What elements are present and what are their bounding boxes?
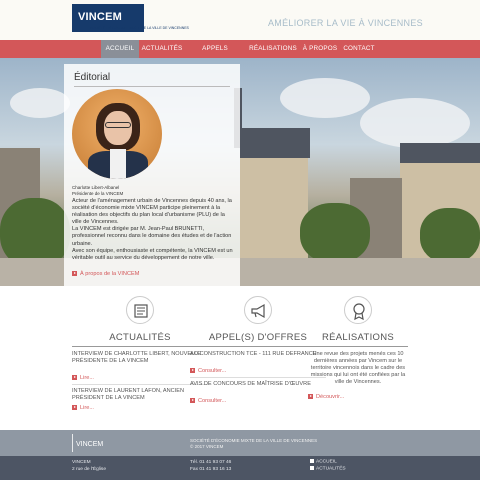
footer-link-label: ACTUALITÉS — [316, 466, 346, 472]
projects-description: Une revue des projets menés ces 10 derni… — [310, 351, 406, 386]
cloud — [10, 88, 70, 118]
divider — [190, 346, 326, 347]
arrow-right-icon — [308, 394, 313, 400]
editorial-panel: Éditorial Charlotte Libert-Albanel Prési… — [64, 64, 240, 286]
footer-logo[interactable]: VINCEM — [72, 434, 112, 452]
projects-title[interactable]: RÉALISATIONS — [308, 332, 408, 343]
footer-copyright: © 2017 VINCEM — [190, 444, 224, 449]
address-line: 2 rue de l'Église — [72, 467, 106, 472]
plus-icon — [310, 466, 314, 470]
editorial-paragraph: La VINCEM est dirigée par M. Jean-Paul B… — [72, 226, 232, 247]
editorial-paragraph: Avec son équipe, enthousiaste et compéte… — [72, 247, 233, 261]
divider — [72, 346, 208, 347]
news-title[interactable]: ACTUALITÉS — [72, 332, 208, 343]
news-item-title[interactable]: INTERVIEW DE LAURENT LAFON, ANCIEN PRÉSI… — [72, 388, 208, 402]
caption-role: Présidente de la VINCEM — [72, 191, 124, 196]
about-vincem-link[interactable]: À propos de la VINCEM — [72, 271, 139, 277]
fax-line: Fax 01 41 93 16 13 — [190, 467, 232, 472]
editorial-paragraph: Acteur de l'aménagement urbain de Vincen… — [72, 198, 232, 226]
editorial-body: Acteur de l'aménagement urbain de Vincen… — [72, 198, 234, 262]
footer-link-label: ACCUEIL — [316, 459, 337, 465]
read-more-label: Lire... — [80, 405, 94, 411]
nav-item-actualites[interactable]: ACTUALITÉS — [139, 40, 185, 58]
newspaper-icon — [126, 296, 154, 324]
consult-label: Consulter... — [198, 398, 227, 404]
divider — [74, 86, 230, 87]
nav-item-realisations[interactable]: RÉALISATIONS — [245, 40, 301, 58]
nav-item-accueil[interactable]: ACCUEIL — [101, 40, 139, 58]
tenders-column: APPEL(S) D'OFFRES AO CONSTRUCTION TCE - … — [190, 296, 326, 424]
roof — [400, 143, 480, 163]
roof — [240, 128, 310, 158]
site-tagline: AMÉLIORER LA VIE À VINCENNES — [268, 18, 423, 28]
megaphone-icon — [244, 296, 272, 324]
logo-text: VINCEM — [78, 11, 122, 23]
consult-link[interactable]: Consulter... — [190, 368, 226, 374]
divider — [308, 346, 408, 347]
plus-icon — [310, 459, 314, 463]
footer-address: VINCEM 2 rue de l'Église — [72, 459, 106, 473]
main-nav: ACCUEIL ACTUALITÉS APPELS D'OFFRES RÉALI… — [0, 40, 480, 70]
president-portrait — [72, 89, 162, 179]
address-line: VINCEM — [72, 460, 91, 465]
tree — [420, 208, 480, 263]
cloud — [360, 98, 470, 148]
footer-link-actualites[interactable]: ACTUALITÉS — [310, 466, 346, 471]
news-item-title[interactable]: INTERVIEW DE CHARLOTTE LIBERT, NOUVELLE … — [72, 351, 208, 365]
logo-subtitle: SOCIÉTÉ D'ÉCONOMIE MIXTE DE LA VILLE DE … — [90, 26, 189, 30]
nav-item-appels-doffres[interactable]: APPELS D'OFFRES — [185, 40, 245, 70]
tender-item-title[interactable]: AO CONSTRUCTION TCE - 111 RUE DEFRANCE — [190, 351, 326, 358]
read-more-link[interactable]: Lire... — [72, 375, 94, 381]
phone-line: Tél. 01 41 93 07 46 — [190, 460, 232, 465]
projects-column: RÉALISATIONS Une revue des projets menés… — [308, 296, 444, 424]
nav-item-a-propos[interactable]: À PROPOS — [301, 40, 339, 58]
discover-link[interactable]: Découvrir... — [308, 394, 344, 400]
nav-item-contact[interactable]: CONTACT — [339, 40, 379, 58]
tenders-title[interactable]: APPEL(S) D'OFFRES — [190, 332, 326, 343]
site-header: VINCEM SOCIÉTÉ D'ÉCONOMIE MIXTE DE LA VI… — [0, 0, 480, 40]
editorial-title: Éditorial — [74, 72, 111, 83]
city-hall — [240, 158, 308, 258]
news-column: ACTUALITÉS INTERVIEW DE CHARLOTTE LIBERT… — [72, 296, 208, 424]
award-badge-icon — [344, 296, 372, 324]
footer-link-accueil[interactable]: ACCUEIL — [310, 459, 337, 464]
about-vincem-label: À propos de la VINCEM — [80, 271, 140, 277]
footer-company-line: SOCIÉTÉ D'ÉCONOMIE MIXTE DE LA VILLE DE … — [190, 438, 318, 443]
arrow-right-icon — [72, 271, 77, 277]
discover-label: Découvrir... — [316, 394, 345, 400]
portrait-caption: Charlotte Libert-Albanel Présidente de l… — [72, 185, 123, 197]
read-more-label: Lire... — [80, 375, 94, 381]
footer-bottom: VINCEM 2 rue de l'Église Tél. 01 41 93 0… — [0, 456, 480, 480]
divider — [72, 384, 208, 385]
arrow-right-icon — [190, 398, 195, 404]
divider — [190, 377, 326, 378]
arrow-right-icon — [72, 405, 77, 411]
footer-phone: Tél. 01 41 93 07 46 Fax 01 41 93 16 13 — [190, 459, 231, 473]
tree — [300, 203, 370, 263]
read-more-link[interactable]: Lire... — [72, 405, 94, 411]
consult-link[interactable]: Consulter... — [190, 398, 226, 404]
footer-logo-text: VINCEM — [76, 441, 104, 448]
cloud — [280, 78, 370, 118]
consult-label: Consulter... — [198, 368, 227, 374]
arrow-right-icon — [190, 368, 195, 374]
footer-top: VINCEM SOCIÉTÉ D'ÉCONOMIE MIXTE DE LA VI… — [0, 430, 480, 456]
arrow-right-icon — [72, 375, 77, 381]
tender-item-title[interactable]: AVIS DE CONCOURS DE MAÎTRISE D'ŒUVRE — [190, 381, 326, 388]
